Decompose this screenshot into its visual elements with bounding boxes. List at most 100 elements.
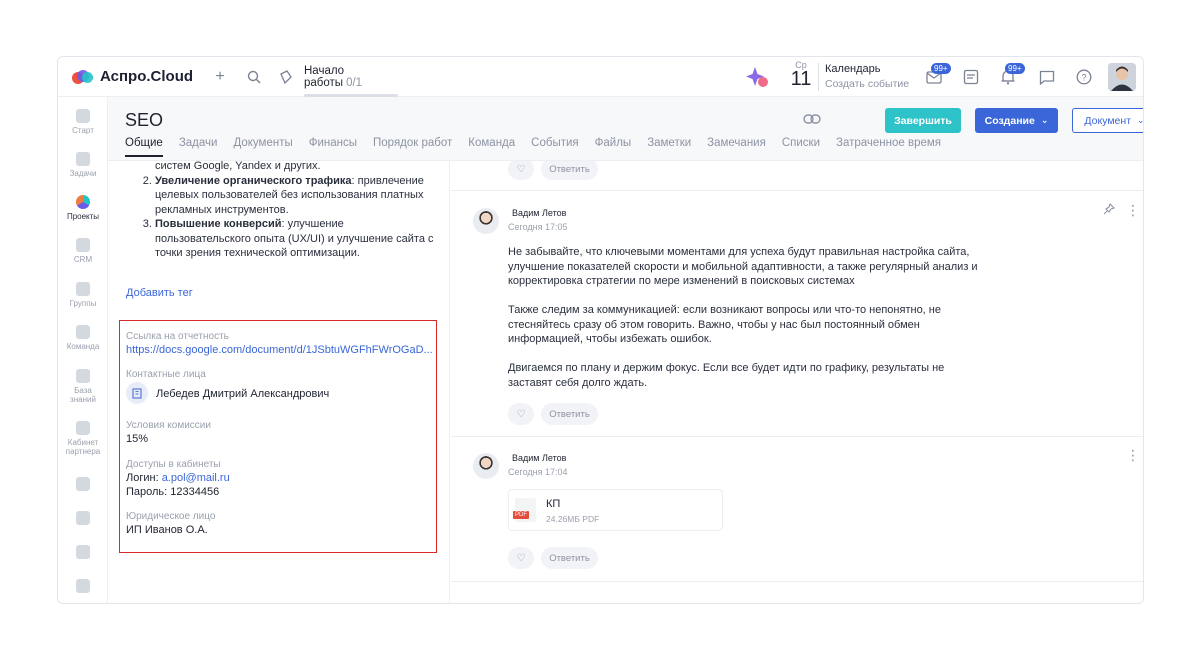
tab-time-spent[interactable]: Затраченное время xyxy=(836,137,941,157)
sidebar-item-team[interactable]: Команда xyxy=(58,325,108,351)
heart-icon: ♡ xyxy=(516,552,526,564)
tab-documents[interactable]: Документы xyxy=(233,137,292,157)
sidebar-item-more-4[interactable] xyxy=(58,579,108,596)
goal-2-title: Увеличение органического трафика xyxy=(155,174,352,187)
tab-finance[interactable]: Финансы xyxy=(309,137,357,157)
sidebar-item-projects[interactable]: Проекты xyxy=(58,195,108,221)
custom-fields-panel: Ссылка на отчетность https://docs.google… xyxy=(119,320,437,553)
comment-menu-icon[interactable]: ⋮ xyxy=(1126,203,1140,217)
add-tag-link[interactable]: Добавить тег xyxy=(126,287,193,299)
heart-icon: ♡ xyxy=(516,408,526,420)
sidebar-item-crm[interactable]: CRM xyxy=(58,238,108,264)
file-type-tag: PDF xyxy=(513,511,529,519)
calendar-date[interactable]: Ср 11 xyxy=(790,60,812,90)
notes-icon[interactable] xyxy=(961,67,981,87)
plus-icon[interactable]: + xyxy=(210,67,230,87)
sidebar-item-more-1[interactable] xyxy=(58,477,108,494)
sidebar-item-groups[interactable]: Группы xyxy=(58,282,108,308)
sidebar-item-knowledge-base[interactable]: База знаний xyxy=(58,369,108,404)
login-line: Логин: a.pol@mail.ru xyxy=(126,472,230,484)
tab-general[interactable]: Общие xyxy=(125,137,163,157)
start-work-count: 0/1 xyxy=(346,77,363,89)
divider xyxy=(451,581,1143,582)
contacts-label: Контактные лица xyxy=(126,369,206,380)
commission-label: Условия комиссии xyxy=(126,420,211,431)
reply-button[interactable]: Ответить xyxy=(541,403,598,425)
tab-files[interactable]: Файлы xyxy=(595,137,632,157)
user-avatar[interactable] xyxy=(1108,63,1136,91)
file-attachment[interactable]: PDF КП 24.26МБ PDF xyxy=(508,489,723,531)
sidebar-item-start[interactable]: Старт xyxy=(58,109,108,135)
svg-text:?: ? xyxy=(1081,73,1086,83)
document-button[interactable]: Документ ⌄ xyxy=(1072,108,1144,133)
goal-item: Повышение конверсий: улучшение пользоват… xyxy=(155,217,436,261)
heart-icon: ♡ xyxy=(516,163,526,175)
sidebar-item-more-2[interactable] xyxy=(58,511,108,528)
reply-button[interactable]: Ответить xyxy=(541,161,598,180)
tab-events[interactable]: События xyxy=(531,137,578,157)
comment-paragraph: Не забывайте, что ключевыми моментами дл… xyxy=(508,246,978,287)
logo-icon xyxy=(72,69,94,85)
app-window: Аспро.Cloud + Начало работы 0/1 Ср 11 Кал… xyxy=(57,56,1144,604)
like-button[interactable]: ♡ xyxy=(508,161,534,180)
tab-work-order[interactable]: Порядок работ xyxy=(373,137,452,157)
pin-icon[interactable] xyxy=(1103,202,1116,218)
logo[interactable]: Аспро.Cloud xyxy=(72,68,193,85)
tab-team[interactable]: Команда xyxy=(468,137,515,157)
reply-button[interactable]: Ответить xyxy=(541,547,598,569)
goal-item: Увеличение органического трафика: привле… xyxy=(155,174,436,218)
help-icon[interactable]: ? xyxy=(1074,67,1094,87)
login-email-link[interactable]: a.pol@mail.ru xyxy=(162,472,230,484)
search-icon[interactable] xyxy=(244,67,264,87)
create-button[interactable]: Создание ⌄ xyxy=(975,108,1058,133)
author-avatar[interactable] xyxy=(473,453,499,479)
knowledge-base-icon xyxy=(76,369,90,383)
sidebar-item-more-3[interactable] xyxy=(58,545,108,562)
file-name: КП xyxy=(546,498,561,510)
comment-author[interactable]: Вадим Летов xyxy=(512,208,566,218)
divider xyxy=(451,436,1143,437)
link-icon[interactable] xyxy=(803,112,823,126)
comment-paragraph: Двигаемся по плану и держим фокус. Если … xyxy=(508,362,945,389)
sidebar-item-label: Старт xyxy=(72,126,94,135)
project-header: SEO Общие Задачи Документы Финансы Поряд… xyxy=(108,97,1143,161)
like-button[interactable]: ♡ xyxy=(508,403,534,425)
comment-body: Не забывайте, что ключевыми моментами дл… xyxy=(508,245,978,405)
sidebar-item-label: Кабинет партнера xyxy=(65,438,101,456)
report-link[interactable]: https://docs.google.com/document/d/1JSbt… xyxy=(126,344,433,356)
sidebar-item-partner-cabinet[interactable]: Кабинет партнера xyxy=(58,421,108,456)
onboarding-icon[interactable] xyxy=(276,67,296,87)
contact-person[interactable]: Лебедев Дмитрий Александрович xyxy=(156,388,329,400)
mail-badge: 99+ xyxy=(931,63,951,74)
author-avatar[interactable] xyxy=(473,208,499,234)
start-work-progress[interactable]: Начало работы 0/1 xyxy=(304,65,398,97)
create-button-label: Создание xyxy=(984,114,1035,127)
sidebar-icon xyxy=(76,545,90,559)
top-bar: Аспро.Cloud + Начало работы 0/1 Ср 11 Кал… xyxy=(58,57,1143,97)
ai-sparkle-icon[interactable] xyxy=(744,65,770,89)
notifications-badge: 99+ xyxy=(1005,63,1025,74)
sidebar-item-tasks[interactable]: Задачи xyxy=(58,152,108,178)
groups-icon xyxy=(76,282,90,296)
comment-author[interactable]: Вадим Летов xyxy=(512,453,566,463)
finish-button[interactable]: Завершить xyxy=(885,108,961,133)
calendar-widget[interactable]: Календарь Создать событие xyxy=(825,63,909,90)
chat-icon[interactable] xyxy=(1037,67,1057,87)
chevron-down-icon: ⌄ xyxy=(1137,115,1144,125)
like-button[interactable]: ♡ xyxy=(508,547,534,569)
tab-tasks[interactable]: Задачи xyxy=(179,137,218,157)
login-prefix: Логин: xyxy=(126,472,162,484)
sidebar: Старт Задачи Проекты CRM Группы Команда … xyxy=(58,97,108,603)
tab-remarks[interactable]: Замечания xyxy=(707,137,766,157)
tab-lists[interactable]: Списки xyxy=(782,137,820,157)
sidebar-item-label: Команда xyxy=(66,342,100,351)
project-tabs: Общие Задачи Документы Финансы Порядок р… xyxy=(125,137,957,157)
calendar-day: 11 xyxy=(790,68,812,90)
goal-1-tail: систем Google, Yandex и других. xyxy=(155,161,321,172)
sidebar-icon xyxy=(76,579,90,593)
tab-notes[interactable]: Заметки xyxy=(647,137,691,157)
comment-menu-icon[interactable]: ⋮ xyxy=(1126,448,1140,462)
create-event-link[interactable]: Создать событие xyxy=(825,78,909,90)
sidebar-icon xyxy=(76,511,90,525)
tasks-icon xyxy=(76,152,90,166)
